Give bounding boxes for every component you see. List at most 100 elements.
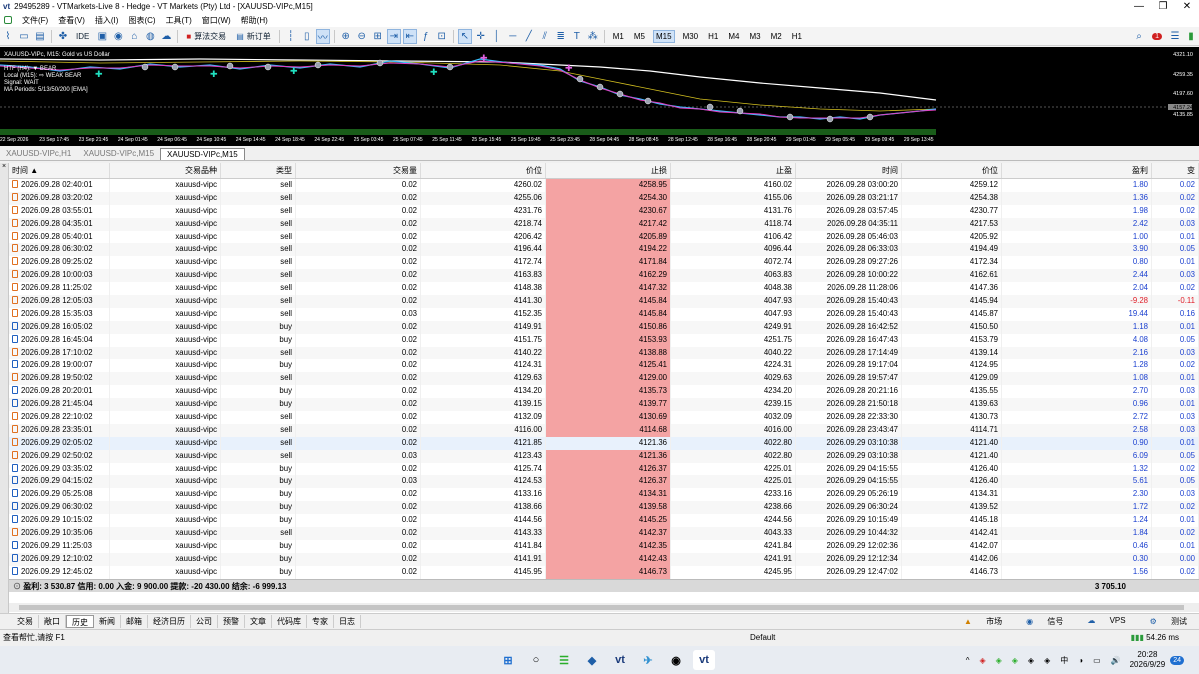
chart-shift-icon[interactable]: ⇤ [402,28,417,44]
horizontal-line-icon[interactable]: ─ [506,29,520,44]
tray-app-icon[interactable]: ◈ [1028,656,1034,665]
volume-icon[interactable]: 🔊 [1111,656,1121,665]
table-row[interactable]: 2026.09.28 22:10:02 xauusd-vipc sell 0.02 41… [9,411,1199,424]
vertical-line-icon[interactable]: │ [490,29,504,44]
table-row[interactable]: 2026.09.28 11:25:02 xauusd-vipc sell 0.02 41… [9,282,1199,296]
wechat-icon[interactable]: ☰ [553,650,575,670]
account-icon[interactable]: ☰ [1168,29,1182,44]
qq-icon[interactable]: ◉ [665,650,687,670]
table-row[interactable]: 2026.09.28 03:55:01 xauusd-vipc sell 0.02 42… [9,204,1199,218]
table-row[interactable]: 2026.09.28 12:05:03 xauusd-vipc sell 0.02 41… [9,295,1199,308]
tab-alerts[interactable]: 预警 [218,614,245,628]
tester-link[interactable]: ⚙ 测试 [1144,616,1193,627]
col-header-price[interactable]: 价位 [421,163,546,178]
tab-journal[interactable]: 日志 [334,614,361,628]
indicators-icon[interactable]: ƒ [419,29,433,44]
new-chart-icon[interactable]: ⌇ [1,29,15,44]
clock[interactable]: 20:28 2026/9/29 [1130,650,1166,670]
shapes-icon[interactable]: ⁂ [586,29,600,44]
zoom-out-icon[interactable]: ⊖ [355,29,369,44]
zoom-in-icon[interactable]: ⊕ [339,29,353,44]
menu-window[interactable]: 窗口(W) [202,15,231,26]
table-row[interactable]: 2026.09.29 12:45:02 xauusd-vipc buy 0.02 414… [9,565,1199,579]
market-watch-icon[interactable]: ✤ [56,29,70,44]
table-row[interactable]: 2026.09.28 06:30:02 xauusd-vipc sell 0.02 41… [9,243,1199,257]
col-header-tp[interactable]: 止盈 [671,163,796,178]
channel-icon[interactable]: ⫽ [538,29,552,44]
timeframe-m2[interactable]: M2 [769,31,784,42]
table-row[interactable]: 2026.09.29 10:15:02 xauusd-vipc buy 0.02 414… [9,514,1199,528]
search-taskbar-icon[interactable]: ○ [525,650,547,670]
telegram-icon[interactable]: ✈ [637,650,659,670]
text-icon[interactable]: T [570,29,584,44]
vps-link[interactable]: ☁ VPS [1081,616,1131,627]
tab-exposure[interactable]: 敞口 [39,614,66,628]
menu-charts[interactable]: 图表(C) [128,15,155,26]
app-menu-icon[interactable] [4,16,12,24]
table-row[interactable]: 2026.09.28 10:00:03 xauusd-vipc sell 0.02 41… [9,269,1199,283]
menu-file[interactable]: 文件(F) [22,15,48,26]
tray-app-icon[interactable]: ◈ [979,656,985,665]
new-order-button[interactable]: ▤ 新订单 [234,29,273,44]
home-icon[interactable]: ⌂ [127,29,141,44]
tab-company[interactable]: 公司 [191,614,218,628]
table-row[interactable]: 2026.09.28 04:35:01 xauusd-vipc sell 0.02 42… [9,217,1199,231]
table-row[interactable]: 2026.09.28 20:20:01 xauusd-vipc buy 0.02 413… [9,385,1199,399]
table-row[interactable]: 2026.09.29 02:05:02 xauusd-vipc sell 0.02 41… [9,436,1199,450]
app-icon[interactable]: ◆ [581,650,603,670]
tab-mailbox[interactable]: 邮箱 [121,614,148,628]
lock-icon[interactable]: ▣ [95,29,109,44]
trendline-icon[interactable]: ╱ [522,29,536,44]
maximize-button[interactable]: ❐ [1151,1,1175,12]
timeframe-m1[interactable]: M1 [611,31,626,42]
table-row[interactable]: 2026.09.28 02:40:01 xauusd-vipc sell 0.02 42… [9,179,1199,192]
tab-experts[interactable]: 专家 [307,614,334,628]
table-row[interactable]: 2026.09.28 05:40:01 xauusd-vipc sell 0.02 42… [9,230,1199,244]
templates-icon[interactable]: ⊡ [435,29,449,44]
table-row[interactable]: 2026.09.29 04:15:02 xauusd-vipc buy 0.03 412… [9,475,1199,489]
tray-app-icon[interactable]: ◈ [996,656,1002,665]
notifications-button[interactable]: 1 [1150,29,1164,44]
autoscroll-icon[interactable]: ⇥ [386,28,401,44]
vt-app-icon-active[interactable]: vt [693,650,715,670]
col-header-profit[interactable]: 盈利 [1002,163,1152,178]
tab-trade[interactable]: 交易 [12,614,39,628]
col-header-change[interactable]: 变 [1152,163,1199,178]
col-header-volume[interactable]: 交易量 [296,163,421,178]
tab-history[interactable]: 历史 [66,614,94,628]
timeframe-m15[interactable]: M15 [653,29,675,43]
line-chart-icon[interactable]: 〰 [315,28,330,44]
col-header-close-time[interactable]: 时间 [796,163,902,178]
vt-app-icon[interactable]: vt [609,650,631,670]
signals-link[interactable]: ◉ 信号 [1020,616,1069,627]
scrollbar-thumb[interactable] [19,605,1184,610]
bar-chart-icon[interactable]: ┆ [284,29,298,44]
menu-help[interactable]: 帮助(H) [241,15,268,26]
table-row[interactable]: 2026.09.28 19:50:02 xauusd-vipc sell 0.02 41… [9,372,1199,386]
notification-badge[interactable]: 24 [1170,655,1184,665]
table-row[interactable]: 2026.09.28 03:20:02 xauusd-vipc sell 0.02 42… [9,191,1199,205]
table-row[interactable]: 2026.09.29 05:25:08 xauusd-vipc buy 0.02 413… [9,488,1199,502]
candlestick-icon[interactable]: ▯ [300,29,314,44]
profile-name[interactable]: Default [750,633,775,642]
cursor-icon[interactable]: ↖ [457,28,472,44]
vps-icon[interactable]: ☁ [159,29,173,44]
close-button[interactable]: ✕ [1175,1,1199,12]
table-row[interactable]: 2026.09.28 09:25:02 xauusd-vipc sell 0.02 41… [9,256,1199,270]
tray-app-icon[interactable]: ◈ [1044,656,1050,665]
tab-articles[interactable]: 文章 [245,614,272,628]
chart-tab-h1[interactable]: XAUUSD-VIPc,H1 [0,148,77,160]
table-row[interactable]: 2026.09.28 19:00:07 xauusd-vipc buy 0.02 412… [9,359,1199,373]
ide-button[interactable]: IDE [74,29,91,44]
menu-insert[interactable]: 插入(I) [95,15,119,26]
col-header-symbol[interactable]: 交易品种 [110,163,221,178]
tab-calendar[interactable]: 经济日历 [148,614,191,628]
col-header-type[interactable]: 类型 [221,163,296,178]
globe-icon[interactable]: ◍ [143,29,157,44]
menu-tools[interactable]: 工具(T) [166,15,192,26]
ime-mode-icon[interactable]: ◑ [1078,656,1083,665]
tab-news[interactable]: 新闻 [94,614,121,628]
connection-status[interactable]: ▮▮▮ 54.26 ms [1131,633,1179,642]
timeframe-h1-a[interactable]: H1 [706,31,720,42]
table-row[interactable]: 2026.09.28 16:05:02 xauusd-vipc buy 0.02 414… [9,320,1199,334]
